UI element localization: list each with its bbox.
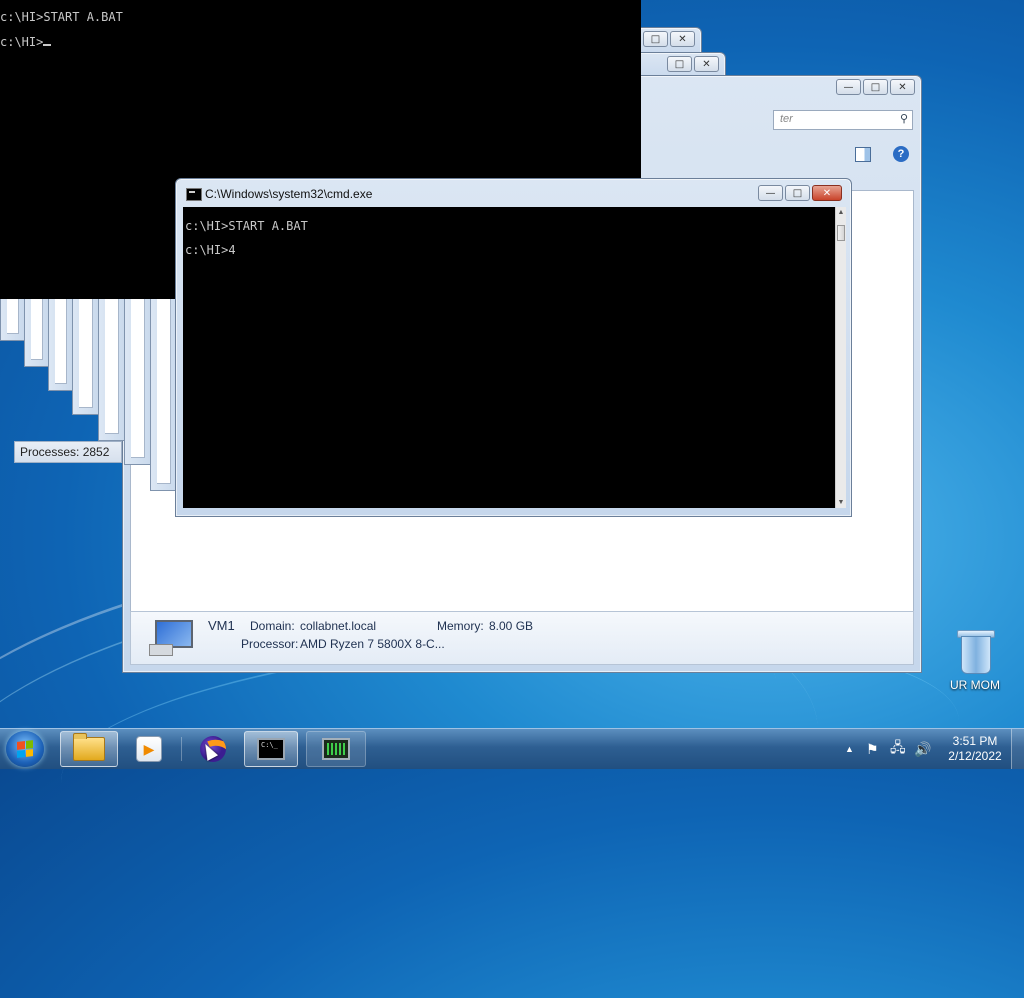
taskbar-cmd[interactable]: C:\_	[244, 731, 298, 767]
search-input[interactable]: ter ⚲	[773, 110, 913, 130]
taskbar-explorer[interactable]	[60, 731, 118, 767]
maximize-button[interactable]: □	[667, 56, 692, 72]
taskbar-task-manager[interactable]	[306, 731, 366, 767]
processor-label: Processor:	[241, 637, 299, 651]
memory-value: 8.00 GB	[489, 619, 534, 633]
stacked-window-edge	[48, 299, 74, 391]
window-title: C:\Windows\system32\cmd.exe	[205, 187, 373, 201]
domain-value: collabnet.local	[300, 619, 377, 633]
scroll-down-arrow[interactable]: ▼	[836, 499, 846, 506]
close-button[interactable]: ✕	[670, 31, 695, 47]
tray-overflow-arrow[interactable]: ▲	[845, 729, 854, 769]
cmd-icon	[186, 188, 202, 201]
close-button[interactable]: ✕	[694, 56, 719, 72]
system-clock[interactable]: 3:51 PM 2/12/2022	[940, 734, 1010, 764]
stacked-window-edge	[24, 299, 50, 367]
processes-count: Processes: 2852	[14, 441, 122, 463]
computer-icon	[149, 618, 193, 658]
details-pane: VM1 Domain: collabnet.local Memory: 8.00…	[130, 611, 914, 665]
taskbar-separator	[181, 737, 182, 761]
recycle-bin-label: UR MOM	[950, 678, 1000, 692]
task-manager-icon	[322, 738, 350, 760]
console-line: c:\HI>START A.BAT	[0, 10, 123, 24]
text-cursor	[43, 34, 52, 46]
recycle-bin-icon	[957, 630, 995, 674]
processor-value: AMD Ryzen 7 5800X 8-C...	[300, 637, 445, 651]
stacked-window-edge	[72, 299, 100, 415]
domain-label: Domain:	[250, 619, 295, 633]
console-line: c:\HI>START A.BAT	[185, 219, 308, 233]
console-prompt: c:\HI>	[0, 34, 52, 49]
console-output[interactable]: c:\HI>START A.BAT c:\HI>4	[183, 207, 835, 508]
minimize-button[interactable]: —	[758, 185, 783, 201]
media-player-icon: ▶	[136, 736, 162, 762]
clock-date: 2/12/2022	[948, 749, 1002, 763]
stacked-window-edge	[124, 299, 152, 465]
clock-time: 3:51 PM	[952, 734, 998, 748]
search-placeholder: ter	[780, 113, 793, 125]
console-line: c:\HI>4	[185, 243, 236, 257]
scroll-up-arrow[interactable]: ▲	[836, 209, 846, 216]
maximize-button[interactable]: □	[863, 79, 888, 95]
cmd-icon: C:\_	[257, 738, 285, 760]
minimize-button[interactable]: —	[836, 79, 861, 95]
taskbar: ▶ C:\_ ▲ ⚑ 🖧 🔊 3:51 PM 2/12/2022	[0, 728, 1024, 769]
windows-logo-icon	[17, 740, 33, 758]
taskbar-media-player[interactable]: ▶	[124, 731, 174, 767]
start-button[interactable]	[6, 731, 44, 767]
stacked-window-edge	[0, 299, 26, 341]
volume-icon[interactable]: 🔊	[914, 729, 931, 769]
close-button[interactable]: ✕	[890, 79, 915, 95]
network-icon[interactable]: 🖧	[890, 729, 906, 769]
memory-label: Memory:	[437, 619, 484, 633]
search-icon[interactable]: ⚲	[900, 112, 908, 125]
close-button[interactable]: ✕	[812, 185, 842, 201]
cmd-window[interactable]: C:\Windows\system32\cmd.exe — □ ✕ c:\HI>…	[175, 178, 852, 517]
action-center-flag-icon[interactable]: ⚑	[866, 729, 879, 769]
folder-icon	[73, 733, 105, 761]
maximize-button[interactable]: □	[643, 31, 668, 47]
help-icon[interactable]: ?	[893, 146, 909, 162]
show-desktop-button[interactable]	[1011, 729, 1024, 769]
recycle-bin[interactable]: UR MOM	[942, 630, 1008, 692]
vertical-scrollbar[interactable]: ▲ ▼	[835, 207, 846, 508]
stacked-window-edge	[150, 299, 178, 491]
maximize-button[interactable]: □	[785, 185, 810, 201]
stacked-window-edge	[98, 299, 126, 441]
scroll-thumb[interactable]	[837, 225, 845, 241]
preview-pane-icon[interactable]	[855, 147, 871, 162]
computer-name: VM1	[208, 618, 235, 633]
